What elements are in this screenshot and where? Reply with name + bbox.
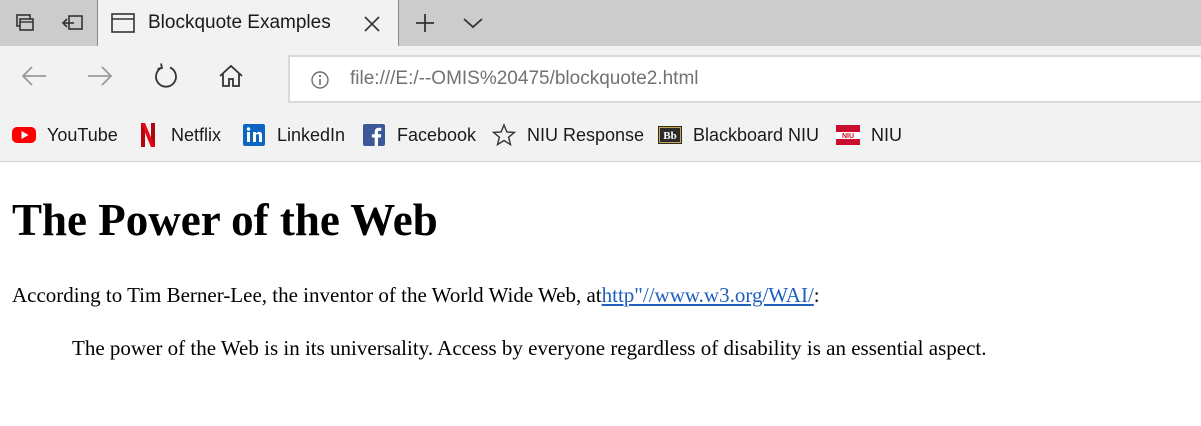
youtube-icon [12,123,36,147]
favorite-niu[interactable]: NIU NIU [836,108,902,162]
intro-text: According to Tim Berner-Lee, the invento… [12,283,602,307]
favorite-youtube[interactable]: YouTube [12,108,118,162]
close-tab-button[interactable] [360,12,384,36]
page-heading: The Power of the Web [12,195,438,245]
page-icon [111,13,135,38]
tab-actions-button[interactable] [2,0,48,46]
arrow-right-icon [86,65,114,92]
refresh-button[interactable] [146,58,186,98]
back-button[interactable] [14,58,54,98]
home-icon [218,64,244,93]
favorite-linkedin[interactable]: LinkedIn [242,108,345,162]
tab-preview-button[interactable] [450,0,496,46]
page-content: The Power of the Web According to Tim Be… [0,162,1201,426]
home-button[interactable] [211,58,251,98]
favorite-label: NIU Response [527,124,645,145]
refresh-icon [153,62,179,94]
blackboard-icon: Bb [658,123,682,147]
favorite-niu-response[interactable]: NIU Response [492,108,644,162]
favorite-label: NIU [871,124,902,145]
url-text[interactable]: file:///E:/--OMIS%20475/blockquote2.html [350,68,699,90]
tab-title: Blockquote Examples [148,12,331,33]
close-icon [364,16,380,32]
set-aside-tabs-button[interactable] [50,0,96,46]
star-icon [492,123,516,147]
favorite-label: Facebook [397,124,477,145]
favorite-label: YouTube [47,124,118,145]
favorite-label: Netflix [171,124,222,145]
address-bar[interactable]: file:///E:/--OMIS%20475/blockquote2.html [288,55,1201,103]
niu-icon-text: NIU [842,133,854,140]
forward-button[interactable] [80,58,120,98]
tab-active[interactable]: Blockquote Examples [97,0,399,47]
blockquote: The power of the Web is in its universal… [72,336,987,360]
netflix-icon [136,123,160,147]
arrow-left-icon [20,65,48,92]
info-icon[interactable] [310,70,330,95]
favorite-blackboard-niu[interactable]: Bb Blackboard NIU [658,108,819,162]
set-aside-tabs-icon [61,12,85,34]
facebook-icon [362,123,386,147]
favorite-netflix[interactable]: Netflix [136,108,221,162]
favorite-label: LinkedIn [277,124,346,145]
new-tab-button[interactable] [402,0,448,46]
chevron-down-icon [462,16,484,30]
wai-link[interactable]: http"//www.w3.org/WAI/ [602,283,814,307]
navigation-bar: file:///E:/--OMIS%20475/blockquote2.html [0,46,1201,108]
tab-strip: Blockquote Examples [0,0,1201,47]
blackboard-icon-text: Bb [663,130,676,142]
linkedin-icon [242,123,266,147]
favorite-label: Blackboard NIU [693,124,820,145]
intro-suffix: : [813,283,820,307]
tab-actions-icon [14,12,36,34]
niu-icon: NIU [836,123,860,147]
favorites-bar: YouTube Netflix LinkedIn Facebook NIU Re… [0,108,1201,162]
intro-paragraph: According to Tim Berner-Lee, the invento… [12,283,820,308]
favorite-facebook[interactable]: Facebook [362,108,476,162]
plus-icon [414,12,436,34]
